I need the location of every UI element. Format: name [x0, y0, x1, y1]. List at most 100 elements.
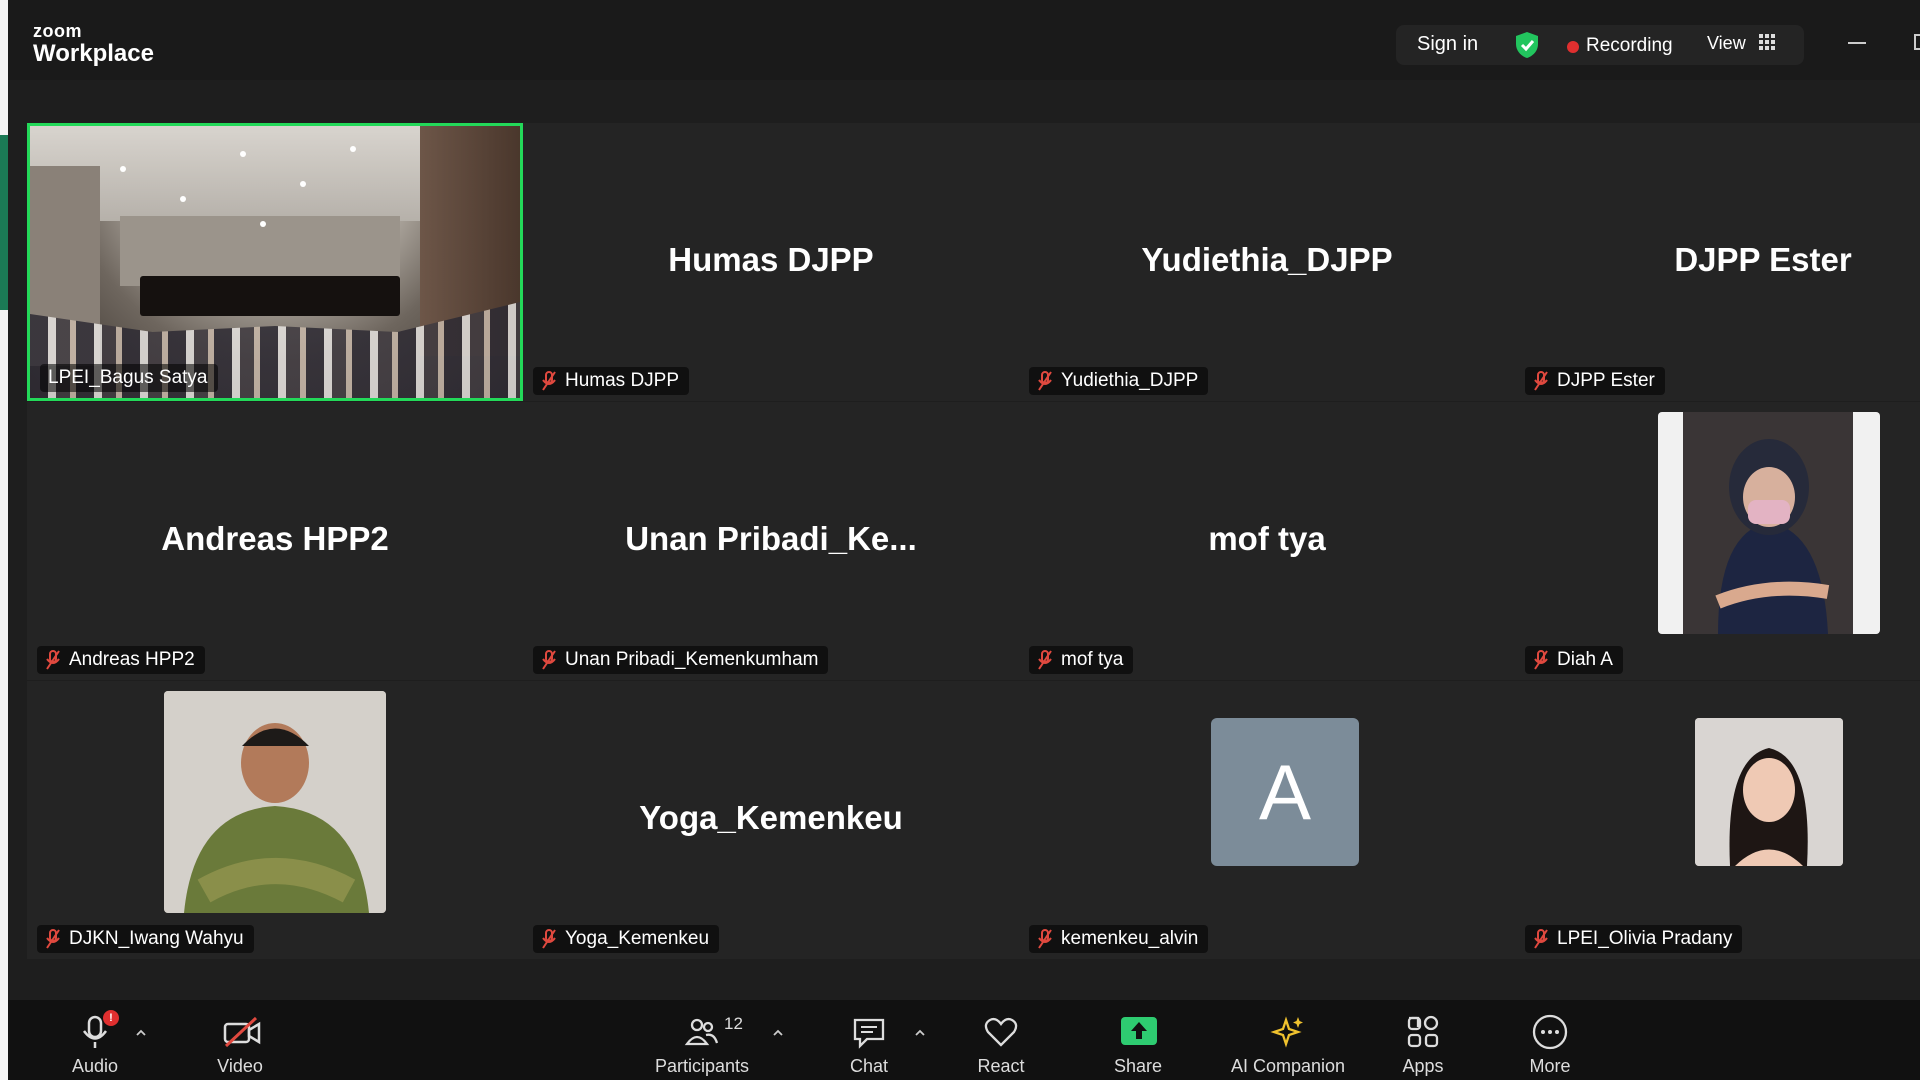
audio-label: Audio [71, 1056, 119, 1076]
grid-view-icon[interactable] [1759, 34, 1775, 50]
profile-photo [1658, 412, 1880, 634]
audio-warning-badge: ! [103, 1010, 119, 1026]
participant-tile[interactable]: mof tya mof tya [1019, 402, 1515, 680]
participant-tile[interactable]: LPEI_Bagus Satya [27, 123, 523, 401]
participant-name: kemenkeu_alvin [1061, 928, 1199, 949]
participant-tile[interactable]: A kemenkeu_alvin [1019, 681, 1515, 959]
participant-display-name: DJPP Ester [1674, 241, 1852, 278]
react-button[interactable]: React [956, 1014, 1046, 1077]
more-button[interactable]: More [1505, 1014, 1595, 1077]
mic-muted-icon [1038, 929, 1052, 949]
participant-tile[interactable]: LPEI_Olivia Pradany [1515, 681, 1920, 959]
mic-muted-icon [542, 929, 556, 949]
mic-muted-icon [46, 929, 60, 949]
person-figure-icon [164, 691, 386, 913]
maximize-icon[interactable] [1914, 34, 1920, 50]
zoom-workplace-logo: zoom Workplace [33, 22, 154, 66]
meeting-toolbar: ! Audio Video 12 Participants Chat React [8, 1000, 1920, 1080]
mic-muted-icon [542, 371, 556, 391]
mic-muted-icon [1038, 650, 1052, 670]
chat-label: Chat [849, 1056, 889, 1076]
participant-name-label: Yoga_Kemenkeu [533, 925, 720, 953]
participant-name: LPEI_Bagus Satya [48, 367, 208, 388]
participant-name-label: Andreas HPP2 [37, 646, 205, 674]
participants-button[interactable]: 12 Participants [646, 1014, 758, 1077]
mic-muted-icon [1534, 650, 1548, 670]
participant-count: 12 [724, 1014, 743, 1033]
video-off-icon [222, 1014, 261, 1050]
participant-name-label: Diah A [1525, 646, 1623, 674]
participants-options-chevron-icon[interactable] [773, 1028, 783, 1038]
participant-display-name: mof tya [1208, 520, 1326, 557]
profile-photo [164, 691, 386, 913]
encryption-shield-icon[interactable] [1514, 31, 1540, 59]
participant-name-label: LPEI_Olivia Pradany [1525, 925, 1743, 953]
participant-name: Yoga_Kemenkeu [565, 928, 710, 949]
ai-companion-button[interactable]: AI Companion [1213, 1014, 1363, 1077]
audio-options-chevron-icon[interactable] [136, 1028, 146, 1038]
participant-tile[interactable]: Yoga_Kemenkeu Yoga_Kemenkeu [523, 681, 1019, 959]
video-button[interactable]: Video [195, 1014, 285, 1077]
participant-name: DJKN_Iwang Wahyu [69, 928, 244, 949]
mic-muted-icon [1534, 929, 1548, 949]
participant-display-name: Andreas HPP2 [161, 520, 389, 557]
more-dots-icon [1532, 1014, 1568, 1050]
share-screen-icon [1120, 1014, 1157, 1050]
person-figure-icon [1658, 412, 1880, 634]
recording-dot-icon [1567, 41, 1579, 53]
participant-tile[interactable]: Humas DJPP Humas DJPP [523, 123, 1019, 401]
chat-button[interactable]: Chat [824, 1014, 914, 1077]
conference-room-video [30, 126, 520, 398]
participant-name: DJPP Ester [1557, 370, 1655, 391]
participant-name-label: Yudiethia_DJPP [1029, 367, 1209, 395]
participant-tile[interactable]: Diah A [1515, 402, 1920, 680]
more-label: More [1529, 1056, 1571, 1076]
participant-tile[interactable]: DJKN_Iwang Wahyu [27, 681, 523, 959]
window-edge-accent [0, 135, 8, 310]
chat-options-chevron-icon[interactable] [915, 1028, 925, 1038]
chat-bubble-icon [851, 1014, 887, 1050]
heart-icon [983, 1014, 1019, 1050]
participant-name-label: Humas DJPP [533, 367, 690, 395]
participant-name-label: DJKN_Iwang Wahyu [37, 925, 254, 953]
participant-display-name: Yudiethia_DJPP [1141, 241, 1393, 278]
sparkle-icon [1270, 1014, 1306, 1050]
participant-tile[interactable]: DJPP Ester DJPP Ester [1515, 123, 1920, 401]
video-label: Video [217, 1056, 263, 1076]
mic-muted-icon [542, 650, 556, 670]
apps-label: Apps [1402, 1056, 1444, 1076]
participant-name-label: mof tya [1029, 646, 1134, 674]
mic-muted-icon [46, 650, 60, 670]
participant-tile[interactable]: Yudiethia_DJPP Yudiethia_DJPP [1019, 123, 1515, 401]
participant-name-label: kemenkeu_alvin [1029, 925, 1209, 953]
profile-photo [1695, 718, 1843, 866]
mic-muted-icon [1534, 371, 1548, 391]
minimize-icon[interactable] [1848, 42, 1866, 44]
participant-name: Unan Pribadi_Kemenkumham [565, 649, 819, 670]
sign-in-button[interactable]: Sign in [1417, 33, 1478, 56]
participant-name: Humas DJPP [565, 370, 680, 391]
participant-name-label: DJPP Ester [1525, 367, 1665, 395]
apps-button[interactable]: Apps [1378, 1014, 1468, 1077]
logo-zoom: zoom [33, 21, 82, 41]
audio-button[interactable]: ! Audio [50, 1010, 140, 1077]
apps-icon [1405, 1014, 1441, 1050]
share-button[interactable]: Share [1093, 1014, 1183, 1077]
participant-name: Yudiethia_DJPP [1061, 370, 1199, 391]
participant-display-name: Humas DJPP [668, 241, 874, 278]
recording-indicator[interactable]: Recording [1586, 35, 1673, 57]
participants-icon: 12 [684, 1014, 743, 1050]
participant-name: Diah A [1557, 649, 1613, 670]
view-button[interactable]: View [1707, 33, 1746, 54]
logo-workplace: Workplace [33, 40, 154, 67]
participant-tile[interactable]: Unan Pribadi_Ke... Unan Pribadi_Kemenkum… [523, 402, 1019, 680]
top-bar: zoom Workplace Sign in Recording View [8, 0, 1920, 80]
react-label: React [977, 1056, 1025, 1076]
microphone-icon: ! [77, 1010, 119, 1050]
participant-tile[interactable]: Andreas HPP2 Andreas HPP2 [27, 402, 523, 680]
participant-name: LPEI_Olivia Pradany [1557, 928, 1733, 949]
video-gallery: LPEI_Bagus Satya Humas DJPP Humas DJPP Y… [8, 80, 1920, 1000]
participant-name: mof tya [1061, 649, 1124, 670]
participants-label: Participants [654, 1056, 750, 1076]
ai-companion-label: AI Companion [1230, 1056, 1346, 1076]
